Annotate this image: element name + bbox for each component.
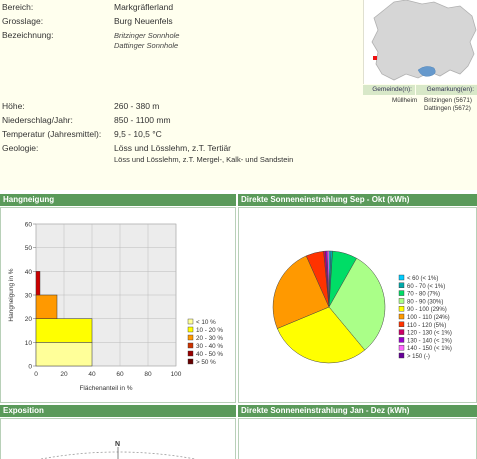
value-geologie-1: Löss und Lösslehm, z.T. Tertiär [114,143,232,153]
y-axis-label: Hangneigung in % [8,268,15,321]
y-tick-label: 50 [25,245,33,252]
x-tick-label: 100 [171,371,182,378]
label-hoehe: Höhe: [2,101,25,111]
legend-swatch [398,313,405,320]
legend-swatch [187,326,194,333]
compass-rose: N [40,441,196,459]
gemeinde-value: Müllheim [392,97,418,104]
legend-label: 100 - 110 (24%) [407,315,450,321]
gemarkung-value-2: Dattingen (5672) [424,105,471,112]
legend-label: 10 - 20 % [196,327,223,334]
value-temperatur: 9,5 - 10,5 °C [114,129,162,139]
section-header-sonne-sep-okt: Direkte Sonneneinstrahlung Sep - Okt (kW… [238,194,477,206]
value-geologie-2: Löss und Lösslehm, z.T. Mergel-, Kalk- u… [114,155,294,164]
value-bezeichnung-2: Dattinger Sonnhole [114,41,179,50]
slope-bar [35,294,58,319]
y-tick-label: 20 [25,316,33,323]
section-header-sonne-jan-dez: Direkte Sonneneinstrahlung Jan - Dez (kW… [238,405,477,417]
legend-swatch [398,352,405,359]
legend-label: > 50 % [196,359,216,366]
hangneigung-panel: 0 20 40 60 80 100 0 10 20 30 40 50 60 Flächenanteil i… [0,207,236,403]
value-bezeichnung-1: Britzinger Sonnhole [114,31,180,40]
x-tick-label: 0 [34,371,38,378]
location-marker [373,56,377,60]
legend-swatch [398,344,405,351]
legend-label: 130 - 140 (< 1%) [407,338,452,344]
value-bereich: Markgräflerland [114,2,174,12]
location-info-panel: Bereich: Markgräflerland Grosslage: Burg… [0,0,477,190]
x-tick-label: 80 [144,371,152,378]
x-tick-label: 60 [116,371,124,378]
label-temperatur: Temperatur (Jahresmittel): [2,129,102,139]
legend-swatch [398,337,405,343]
sonne-sep-okt-panel: < 60 (< 1%) 60 - 70 (< 1%) 70 - 80 (7%) 80 … [238,207,477,403]
x-tick-label: 20 [60,371,68,378]
legend-swatch [187,358,194,365]
legend-label: 80 - 90 (30%) [407,299,443,305]
legend-label: < 60 (< 1%) [407,276,438,282]
gemarkung-value-1: Britzingen (5671) [424,97,472,104]
legend-swatch [187,350,194,357]
y-tick-label: 40 [25,269,33,276]
legend-label: 40 - 50 % [196,351,223,358]
x-tick-label: 40 [88,371,96,378]
label-geologie: Geologie: [2,143,39,153]
legend-swatch [187,334,194,341]
slope-bar-chart: 0 20 40 60 80 100 0 10 20 30 40 50 60 Flächenanteil i… [8,222,223,393]
legend-swatch [187,318,194,325]
value-grosslage: Burg Neuenfels [114,16,173,26]
legend-swatch [398,298,405,304]
y-tick-label: 30 [25,293,33,300]
y-tick-label: 60 [25,222,33,229]
legend-swatch [398,274,405,281]
label-bezeichnung: Bezeichnung: [2,30,54,40]
sonne-jan-dez-panel [238,418,477,459]
y-tick-label: 0 [28,364,32,371]
legend-swatch [398,321,405,328]
legend-swatch [398,305,405,312]
section-header-exposition: Exposition [0,405,236,417]
slope-bar [35,271,41,296]
legend-label: 30 - 40 % [196,343,223,350]
value-niederschlag: 850 - 1100 mm [114,115,171,125]
legend-swatch [187,342,194,349]
legend-label: 110 - 120 (5%) [407,323,446,329]
slope-bar [35,342,93,367]
legend-swatch [398,290,405,296]
baden-wuerttemberg-map [371,0,477,81]
compass-north-label: N [115,441,120,448]
exposition-panel: N [0,418,236,459]
y-tick-label: 10 [25,340,33,347]
label-niederschlag: Niederschlag/Jahr: [2,115,73,125]
section-header-hangneigung: Hangneigung [0,194,236,206]
legend-label: 60 - 70 (< 1%) [407,284,445,290]
legend-label: 140 - 150 (< 1%) [407,346,452,352]
gemarkung-header: Gemarkung(en): [416,85,477,95]
legend-label: 20 - 30 % [196,335,223,342]
legend-swatch [398,282,405,289]
legend-label: < 10 % [196,319,216,326]
solar-pie-chart: < 60 (< 1%) 60 - 70 (< 1%) 70 - 80 (7%)80 … [272,250,452,364]
location-map[interactable] [363,0,477,84]
label-bereich: Bereich: [2,2,34,12]
value-hoehe: 260 - 380 m [114,101,160,111]
slope-bar [35,318,93,343]
legend-swatch [398,329,405,335]
legend-label: 90 - 100 (29%) [407,307,447,313]
x-axis-label: Flächenanteil in % [79,385,132,392]
gemeinde-header: Gemeinde(n): [363,85,415,95]
label-grosslage: Grosslage: [2,16,44,26]
legend-label: 70 - 80 (7%) [407,292,440,298]
legend-label: 120 - 130 (< 1%) [407,331,452,337]
legend-label: > 150 (-) [407,354,430,360]
